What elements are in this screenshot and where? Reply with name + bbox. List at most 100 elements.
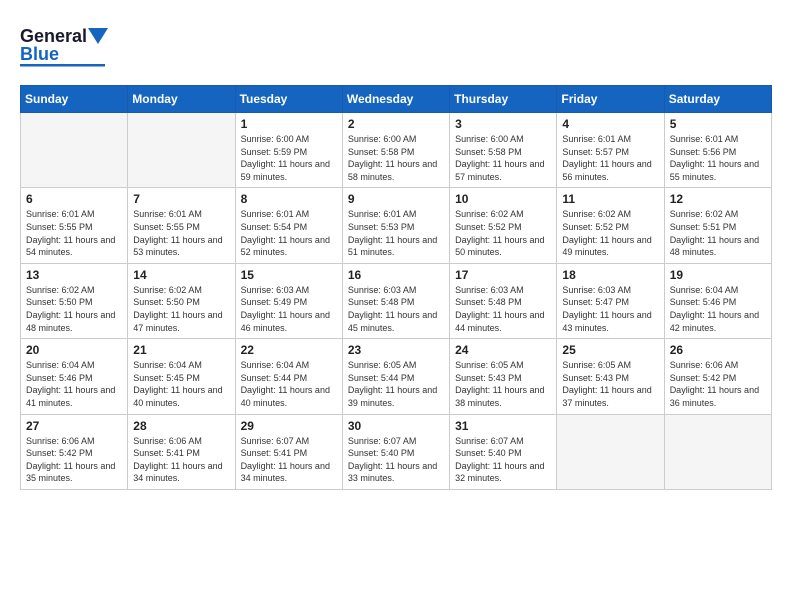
day-number: 26 <box>670 343 766 357</box>
day-info: Sunrise: 6:03 AMSunset: 5:48 PMDaylight:… <box>455 284 551 334</box>
day-number: 29 <box>241 419 337 433</box>
day-number: 30 <box>348 419 444 433</box>
day-number: 16 <box>348 268 444 282</box>
day-header-sunday: Sunday <box>21 86 128 113</box>
day-number: 11 <box>562 192 658 206</box>
calendar-cell: 15 Sunrise: 6:03 AMSunset: 5:49 PMDayligh… <box>235 263 342 338</box>
calendar-cell: 22 Sunrise: 6:04 AMSunset: 5:44 PMDayligh… <box>235 339 342 414</box>
day-info: Sunrise: 6:01 AMSunset: 5:57 PMDaylight:… <box>562 133 658 183</box>
calendar-cell: 18 Sunrise: 6:03 AMSunset: 5:47 PMDayligh… <box>557 263 664 338</box>
calendar-cell: 9 Sunrise: 6:01 AMSunset: 5:53 PMDaylight… <box>342 188 449 263</box>
day-info: Sunrise: 6:05 AMSunset: 5:43 PMDaylight:… <box>455 359 551 409</box>
calendar-cell: 19 Sunrise: 6:04 AMSunset: 5:46 PMDayligh… <box>664 263 771 338</box>
calendar-cell: 4Sunrise: 6:01 AMSunset: 5:57 PMDaylight… <box>557 113 664 188</box>
day-number: 22 <box>241 343 337 357</box>
day-header-thursday: Thursday <box>450 86 557 113</box>
day-info: Sunrise: 6:06 AMSunset: 5:41 PMDaylight:… <box>133 435 229 485</box>
day-info: Sunrise: 6:06 AMSunset: 5:42 PMDaylight:… <box>26 435 122 485</box>
calendar-cell: 5 Sunrise: 6:01 AMSunset: 5:56 PMDaylight… <box>664 113 771 188</box>
day-info: Sunrise: 6:03 AMSunset: 5:47 PMDaylight:… <box>562 284 658 334</box>
day-header-wednesday: Wednesday <box>342 86 449 113</box>
calendar-cell: 6 Sunrise: 6:01 AMSunset: 5:55 PMDaylight… <box>21 188 128 263</box>
day-number: 18 <box>562 268 658 282</box>
day-info: Sunrise: 6:07 AMSunset: 5:40 PMDaylight:… <box>348 435 444 485</box>
svg-text:General: General <box>20 26 87 46</box>
day-number: 5 <box>670 117 766 131</box>
calendar-header-row: SundayMondayTuesdayWednesdayThursdayFrid… <box>21 86 772 113</box>
day-number: 31 <box>455 419 551 433</box>
day-info: Sunrise: 6:01 AMSunset: 5:55 PMDaylight:… <box>26 208 122 258</box>
page-header: General Blue <box>20 20 772 75</box>
day-number: 27 <box>26 419 122 433</box>
day-info: Sunrise: 6:04 AMSunset: 5:46 PMDaylight:… <box>26 359 122 409</box>
day-info: Sunrise: 6:00 AMSunset: 5:58 PMDaylight:… <box>455 133 551 183</box>
day-info: Sunrise: 6:01 AMSunset: 5:54 PMDaylight:… <box>241 208 337 258</box>
calendar-cell: 12 Sunrise: 6:02 AMSunset: 5:51 PMDayligh… <box>664 188 771 263</box>
day-number: 9 <box>348 192 444 206</box>
day-info: Sunrise: 6:02 AMSunset: 5:50 PMDaylight:… <box>26 284 122 334</box>
day-number: 25 <box>562 343 658 357</box>
day-info: Sunrise: 6:06 AMSunset: 5:42 PMDaylight:… <box>670 359 766 409</box>
calendar-cell: 17 Sunrise: 6:03 AMSunset: 5:48 PMDayligh… <box>450 263 557 338</box>
day-info: Sunrise: 6:02 AMSunset: 5:51 PMDaylight:… <box>670 208 766 258</box>
day-info: Sunrise: 6:01 AMSunset: 5:56 PMDaylight:… <box>670 133 766 183</box>
day-header-monday: Monday <box>128 86 235 113</box>
calendar-cell: 29Sunrise: 6:07 AMSunset: 5:41 PMDayligh… <box>235 414 342 489</box>
day-number: 17 <box>455 268 551 282</box>
calendar-cell <box>21 113 128 188</box>
day-number: 1 <box>241 117 337 131</box>
day-info: Sunrise: 6:04 AMSunset: 5:46 PMDaylight:… <box>670 284 766 334</box>
day-number: 2 <box>348 117 444 131</box>
calendar-cell: 2 Sunrise: 6:00 AMSunset: 5:58 PMDaylight… <box>342 113 449 188</box>
day-info: Sunrise: 6:01 AMSunset: 5:53 PMDaylight:… <box>348 208 444 258</box>
day-number: 21 <box>133 343 229 357</box>
calendar-week-row: 20Sunrise: 6:04 AMSunset: 5:46 PMDayligh… <box>21 339 772 414</box>
day-number: 15 <box>241 268 337 282</box>
calendar-cell: 23 Sunrise: 6:05 AMSunset: 5:44 PMDayligh… <box>342 339 449 414</box>
day-info: Sunrise: 6:00 AMSunset: 5:59 PMDaylight:… <box>241 133 337 183</box>
day-info: Sunrise: 6:03 AMSunset: 5:49 PMDaylight:… <box>241 284 337 334</box>
calendar-cell: 20Sunrise: 6:04 AMSunset: 5:46 PMDayligh… <box>21 339 128 414</box>
day-number: 3 <box>455 117 551 131</box>
day-number: 23 <box>348 343 444 357</box>
calendar-cell: 31 Sunrise: 6:07 AMSunset: 5:40 PMDayligh… <box>450 414 557 489</box>
calendar-cell: 3 Sunrise: 6:00 AMSunset: 5:58 PMDaylight… <box>450 113 557 188</box>
day-header-tuesday: Tuesday <box>235 86 342 113</box>
calendar-cell: 1 Sunrise: 6:00 AMSunset: 5:59 PMDaylight… <box>235 113 342 188</box>
day-header-friday: Friday <box>557 86 664 113</box>
calendar-week-row: 1 Sunrise: 6:00 AMSunset: 5:59 PMDaylight… <box>21 113 772 188</box>
day-info: Sunrise: 6:07 AMSunset: 5:40 PMDaylight:… <box>455 435 551 485</box>
calendar-cell: 7Sunrise: 6:01 AMSunset: 5:55 PMDaylight… <box>128 188 235 263</box>
calendar-cell: 11 Sunrise: 6:02 AMSunset: 5:52 PMDayligh… <box>557 188 664 263</box>
day-info: Sunrise: 6:03 AMSunset: 5:48 PMDaylight:… <box>348 284 444 334</box>
day-info: Sunrise: 6:02 AMSunset: 5:52 PMDaylight:… <box>562 208 658 258</box>
day-number: 24 <box>455 343 551 357</box>
svg-text:Blue: Blue <box>20 44 59 64</box>
calendar-cell: 13Sunrise: 6:02 AMSunset: 5:50 PMDayligh… <box>21 263 128 338</box>
calendar-cell: 30 Sunrise: 6:07 AMSunset: 5:40 PMDayligh… <box>342 414 449 489</box>
day-header-saturday: Saturday <box>664 86 771 113</box>
calendar-cell <box>664 414 771 489</box>
calendar-cell: 21Sunrise: 6:04 AMSunset: 5:45 PMDayligh… <box>128 339 235 414</box>
calendar-cell: 8 Sunrise: 6:01 AMSunset: 5:54 PMDaylight… <box>235 188 342 263</box>
day-info: Sunrise: 6:00 AMSunset: 5:58 PMDaylight:… <box>348 133 444 183</box>
calendar-cell: 10Sunrise: 6:02 AMSunset: 5:52 PMDayligh… <box>450 188 557 263</box>
calendar-week-row: 13Sunrise: 6:02 AMSunset: 5:50 PMDayligh… <box>21 263 772 338</box>
logo: General Blue <box>20 20 110 75</box>
calendar-week-row: 27 Sunrise: 6:06 AMSunset: 5:42 PMDayligh… <box>21 414 772 489</box>
day-number: 28 <box>133 419 229 433</box>
day-number: 6 <box>26 192 122 206</box>
day-info: Sunrise: 6:05 AMSunset: 5:43 PMDaylight:… <box>562 359 658 409</box>
logo-svg: General Blue <box>20 20 110 75</box>
day-number: 19 <box>670 268 766 282</box>
calendar-cell: 14Sunrise: 6:02 AMSunset: 5:50 PMDayligh… <box>128 263 235 338</box>
calendar-table: SundayMondayTuesdayWednesdayThursdayFrid… <box>20 85 772 490</box>
calendar-cell: 25 Sunrise: 6:05 AMSunset: 5:43 PMDayligh… <box>557 339 664 414</box>
day-info: Sunrise: 6:02 AMSunset: 5:50 PMDaylight:… <box>133 284 229 334</box>
day-number: 8 <box>241 192 337 206</box>
calendar-cell: 16 Sunrise: 6:03 AMSunset: 5:48 PMDayligh… <box>342 263 449 338</box>
calendar-cell <box>128 113 235 188</box>
day-info: Sunrise: 6:05 AMSunset: 5:44 PMDaylight:… <box>348 359 444 409</box>
day-number: 12 <box>670 192 766 206</box>
day-info: Sunrise: 6:04 AMSunset: 5:44 PMDaylight:… <box>241 359 337 409</box>
